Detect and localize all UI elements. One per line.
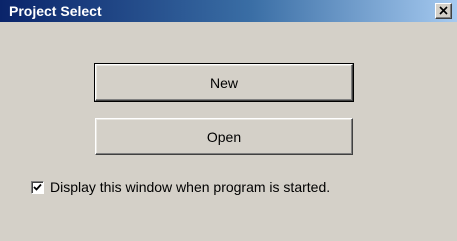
startup-checkbox-row[interactable]: Display this window when program is star… (31, 178, 330, 196)
close-icon (439, 6, 448, 15)
open-project-button[interactable]: Open (95, 118, 353, 155)
new-project-button-label: New (209, 74, 238, 91)
close-button[interactable] (435, 3, 452, 19)
new-project-button[interactable]: New (94, 63, 354, 102)
title-bar[interactable]: Project Select (0, 0, 457, 22)
project-select-dialog: Project Select New Open Display this win… (0, 0, 457, 241)
startup-checkbox[interactable] (31, 180, 44, 194)
startup-checkbox-label: Display this window when program is star… (50, 179, 331, 195)
window-title: Project Select (9, 3, 102, 19)
open-project-button-label: Open (206, 128, 242, 145)
checkmark-icon (33, 183, 42, 191)
